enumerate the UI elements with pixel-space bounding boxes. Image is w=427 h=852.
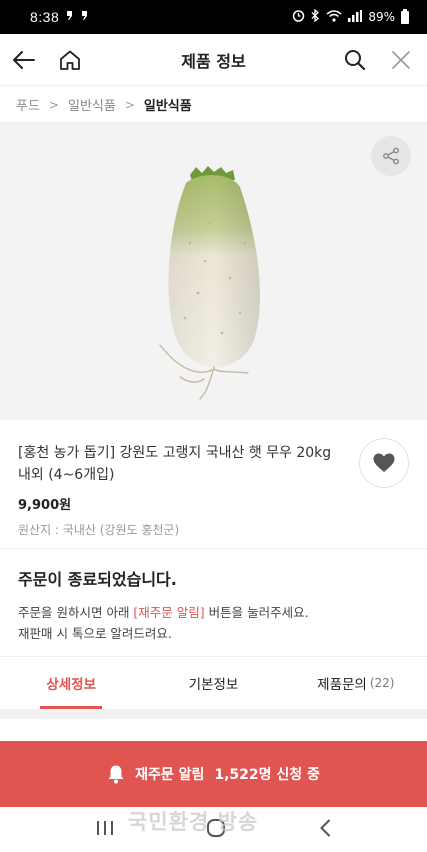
breadcrumb-separator: > — [48, 97, 59, 112]
recent-apps-icon — [97, 820, 114, 835]
notice-text: 재판매 시 톡으로 알려드려요. — [18, 626, 172, 641]
bell-icon — [108, 765, 124, 784]
radish-image — [159, 166, 261, 400]
section-spacer — [0, 709, 427, 719]
notice-text: 버튼을 눌러주세요. — [204, 605, 309, 620]
detail-tabs: 상세정보 기본정보 제품문의 (22) — [0, 657, 427, 709]
order-closed-notice: 주문이 종료되었습니다. 주문을 원하시면 아래 [재주문 알림] 버튼을 눌러… — [0, 566, 427, 644]
product-price: 9,900원 — [18, 498, 72, 513]
alarm-icon — [292, 9, 305, 25]
status-bar: 8:38 89% — [0, 0, 427, 34]
notification-icon — [66, 10, 74, 25]
status-time: 8:38 — [30, 9, 60, 25]
reorder-applicants: 1,522명 신청 중 — [214, 767, 320, 783]
close-icon — [392, 51, 410, 69]
reorder-alert-button[interactable]: 재주문 알림 1,522명 신청 중 — [0, 741, 427, 807]
wishlist-button[interactable] — [359, 438, 409, 488]
close-button[interactable] — [379, 34, 423, 86]
breadcrumb-separator: > — [124, 97, 135, 112]
search-icon — [345, 50, 366, 71]
back-nav-icon — [319, 819, 330, 836]
breadcrumb: 푸드 > 일반식품 > 일반식품 — [0, 87, 427, 123]
product-name: [홍천 농가 돕기] 강원도 고랭지 국내산 햇 무우 20kg 내외 (4~6… — [18, 445, 332, 483]
tab-basic-info[interactable]: 기본정보 — [142, 657, 284, 709]
tab-label: 제품문의 — [317, 677, 367, 693]
home-button[interactable] — [48, 34, 92, 86]
order-closed-description: 주문을 원하시면 아래 [재주문 알림] 버튼을 눌러주세요. 재판매 시 톡으… — [18, 602, 409, 644]
recent-apps-button[interactable] — [96, 820, 114, 840]
battery-icon — [401, 8, 409, 24]
divider — [0, 548, 427, 549]
top-app-bar: 제품 정보 — [0, 34, 427, 86]
wifi-icon — [326, 9, 342, 25]
product-image — [0, 123, 427, 420]
home-icon — [60, 50, 80, 70]
tab-details[interactable]: 상세정보 — [0, 657, 142, 709]
notification-icon — [81, 10, 89, 25]
back-button[interactable] — [2, 34, 46, 86]
notice-highlight: [재주문 알림] — [133, 605, 205, 620]
tab-label: 상세정보 — [46, 677, 96, 693]
search-button[interactable] — [333, 34, 377, 86]
share-icon — [383, 147, 399, 165]
breadcrumb-item[interactable]: 푸드 — [16, 95, 40, 114]
breadcrumb-item[interactable]: 일반식품 — [68, 95, 116, 114]
signal-icon — [348, 9, 363, 25]
notice-text: 주문을 원하시면 아래 — [18, 605, 134, 620]
tab-inquiries[interactable]: 제품문의 (22) — [285, 657, 427, 709]
order-closed-headline: 주문이 종료되었습니다. — [18, 570, 177, 589]
share-button[interactable] — [371, 136, 411, 176]
back-arrow-icon — [13, 51, 35, 69]
inquiry-count: (22) — [369, 676, 395, 690]
product-info: [홍천 농가 돕기] 강원도 고랭지 국내산 햇 무우 20kg 내외 (4~6… — [0, 420, 427, 538]
product-origin: 원산지 : 국내산 (강원도 홍천군) — [18, 523, 180, 537]
breadcrumb-current: 일반식품 — [143, 99, 192, 114]
reorder-label: 재주문 알림 — [135, 767, 205, 783]
heart-icon — [373, 453, 395, 472]
bluetooth-icon — [311, 8, 320, 25]
watermark: 국민환경 방송 — [128, 810, 259, 834]
back-nav-button[interactable] — [319, 819, 331, 841]
tab-label: 기본정보 — [188, 677, 239, 693]
battery-percent: 89% — [368, 10, 395, 24]
